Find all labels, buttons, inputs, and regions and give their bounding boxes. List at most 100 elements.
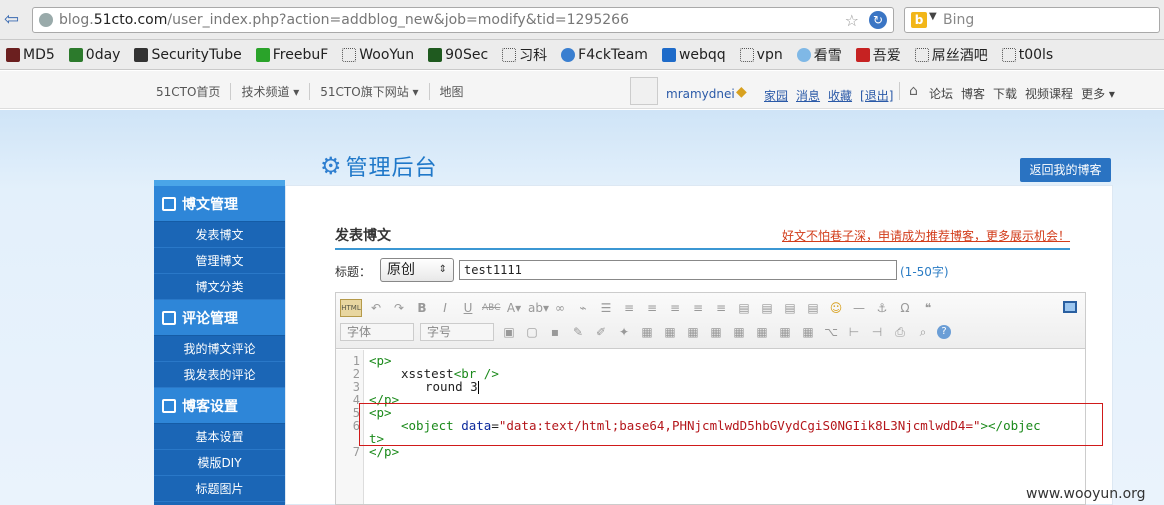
bookmark-52pojie[interactable]: 吾爱 — [855, 45, 901, 65]
delete-table-icon[interactable]: ▦ — [661, 323, 679, 341]
horizontal-rule-icon[interactable]: — — [850, 299, 868, 317]
link-logout[interactable]: [退出] — [860, 87, 893, 104]
delete-row-icon[interactable]: ▦ — [707, 323, 725, 341]
image-right-icon[interactable]: ▤ — [758, 299, 776, 317]
merge-cells-icon[interactable]: ▦ — [776, 323, 794, 341]
link-favorites[interactable]: 收藏 — [828, 87, 852, 104]
line-number: 4 — [352, 393, 360, 407]
fullscreen-icon[interactable] — [1063, 301, 1077, 313]
sidebar-item-categories[interactable]: 博文分类 — [154, 274, 285, 300]
help-icon[interactable]: ? — [937, 325, 951, 339]
bookmark-md5[interactable]: MD5 — [6, 47, 55, 63]
nav-download[interactable]: 下载 — [993, 85, 1017, 102]
insert-row-icon[interactable]: ▦ — [684, 323, 702, 341]
nav-more[interactable]: 更多 ▾ — [1081, 85, 1115, 102]
avatar[interactable] — [630, 77, 658, 105]
nav-forum[interactable]: 论坛 — [929, 85, 953, 102]
nav-51cto-home[interactable]: 51CTO首页 — [146, 83, 232, 100]
sidebar-item-basic-settings[interactable]: 基本设置 — [154, 424, 285, 450]
sidebar-item-my-comments[interactable]: 我发表的评论 — [154, 362, 285, 388]
align-left-icon[interactable]: ≡ — [643, 299, 661, 317]
align-center-icon[interactable]: ≡ — [666, 299, 684, 317]
quote-icon[interactable]: ❝ — [919, 299, 937, 317]
sidebar-section-comments[interactable]: 评论管理 — [154, 300, 285, 336]
search-bar[interactable]: b ▼ Bing — [904, 7, 1160, 33]
highlight-color-icon[interactable]: ab▾ — [528, 299, 549, 317]
bold-icon[interactable]: B — [413, 299, 431, 317]
bookmark-freebuf[interactable]: FreebuF — [255, 47, 328, 63]
image-none-icon[interactable]: ▤ — [804, 299, 822, 317]
strikethrough-icon[interactable]: ABC — [482, 299, 500, 317]
bookmark-xike[interactable]: 习科 — [502, 45, 547, 65]
sidebar-item-my-post-comments[interactable]: 我的博文评论 — [154, 336, 285, 362]
nav-51cto-sites[interactable]: 51CTO旗下网站 ▾ — [310, 83, 430, 100]
bullet-list-icon[interactable]: ☰ — [597, 299, 615, 317]
username-link[interactable]: mramydnei — [666, 87, 735, 101]
undo-icon[interactable]: ↶ — [367, 299, 385, 317]
eraser-icon[interactable]: ✎ — [569, 323, 587, 341]
chevron-down-icon[interactable]: ▼ — [929, 11, 937, 22]
back-to-blog-button[interactable]: 返回我的博客 — [1020, 158, 1111, 182]
save-icon[interactable]: ▪ — [546, 323, 564, 341]
insert-column-icon[interactable]: ▦ — [730, 323, 748, 341]
code-icon[interactable]: ⌥ — [822, 323, 840, 341]
html-source-button[interactable]: HTML — [340, 299, 362, 317]
template-icon[interactable]: ⊣ — [868, 323, 886, 341]
sidebar-item-title-image[interactable]: 标题图片 — [154, 476, 285, 502]
bookmark-securitytube[interactable]: SecurityTube — [134, 47, 242, 63]
link-icon[interactable]: ∞ — [551, 299, 569, 317]
emoticon-icon[interactable]: ☺ — [827, 299, 845, 317]
special-char-icon[interactable]: Ω — [896, 299, 914, 317]
nav-map[interactable]: 地图 — [430, 83, 474, 100]
font-size-select[interactable]: 字号 — [420, 323, 494, 341]
bookmark-wooyun[interactable]: WooYun — [342, 47, 414, 63]
link-home[interactable]: 家园 — [764, 87, 788, 104]
delete-column-icon[interactable]: ▦ — [753, 323, 771, 341]
reload-icon[interactable]: ↻ — [869, 11, 887, 29]
unlink-icon[interactable]: ⌁ — [574, 299, 592, 317]
bookmark-star-icon[interactable]: ☆ — [845, 11, 859, 30]
bookmark-f4ckteam[interactable]: F4ckTeam — [561, 47, 648, 63]
image-left-icon[interactable]: ▤ — [735, 299, 753, 317]
redo-icon[interactable]: ↷ — [390, 299, 408, 317]
sidebar-item-manage-posts[interactable]: 管理博文 — [154, 248, 285, 274]
italic-icon[interactable]: I — [436, 299, 454, 317]
search-replace-icon[interactable]: ⌕ — [914, 323, 932, 341]
insert-image-icon[interactable]: ▣ — [500, 323, 518, 341]
underline-icon[interactable]: U — [459, 299, 477, 317]
title-input[interactable]: test1111 — [459, 260, 897, 280]
bookmark-diaosi[interactable]: 屌丝酒吧 — [914, 45, 988, 65]
insert-media-icon[interactable]: ▢ — [523, 323, 541, 341]
font-family-select[interactable]: 字体 — [340, 323, 414, 341]
back-arrow-icon[interactable]: ⇦ — [4, 10, 26, 30]
split-cells-icon[interactable]: ▦ — [799, 323, 817, 341]
page-break-icon[interactable]: ⊢ — [845, 323, 863, 341]
post-type-select[interactable]: 原创 ⇕ — [380, 258, 454, 282]
bookmark-vpn[interactable]: vpn — [739, 47, 783, 63]
nav-blog[interactable]: 博客 — [961, 85, 985, 102]
sidebar-section-settings[interactable]: 博客设置 — [154, 388, 285, 424]
bookmark-webqq[interactable]: webqq — [661, 47, 726, 63]
print-icon[interactable]: ⎙ — [891, 323, 909, 341]
link-messages[interactable]: 消息 — [796, 87, 820, 104]
bookmark-t00ls[interactable]: t00ls — [1001, 47, 1053, 63]
nav-tech-channel[interactable]: 技术频道 ▾ — [231, 83, 311, 100]
insert-table-icon[interactable]: ▦ — [638, 323, 656, 341]
bookmark-90sec[interactable]: 90Sec — [428, 47, 488, 63]
sidebar-item-new-post[interactable]: 发表博文 — [154, 222, 285, 248]
align-right-icon[interactable]: ≡ — [689, 299, 707, 317]
nav-video-course[interactable]: 视频课程 — [1025, 85, 1073, 102]
format-brush-icon[interactable]: ✐ — [592, 323, 610, 341]
promo-link[interactable]: 好文不怕巷子深，申请成为推荐博客，更多展示机会！ — [782, 227, 1070, 244]
bookmark-0day[interactable]: 0day — [68, 47, 120, 63]
image-center-icon[interactable]: ▤ — [781, 299, 799, 317]
font-color-icon[interactable]: A▾ — [505, 299, 523, 317]
bookmark-kanxue[interactable]: 看雪 — [796, 45, 842, 65]
url-bar[interactable]: blog.51cto.com/user_index.php?action=add… — [32, 7, 894, 33]
sidebar-section-posts[interactable]: 博文管理 — [154, 186, 285, 222]
sidebar-item-template-diy[interactable]: 模版DIY — [154, 450, 285, 476]
magic-wand-icon[interactable]: ✦ — [615, 323, 633, 341]
numbered-list-icon[interactable]: ≡ — [620, 299, 638, 317]
anchor-icon[interactable]: ⚓ — [873, 299, 891, 317]
align-justify-icon[interactable]: ≡ — [712, 299, 730, 317]
